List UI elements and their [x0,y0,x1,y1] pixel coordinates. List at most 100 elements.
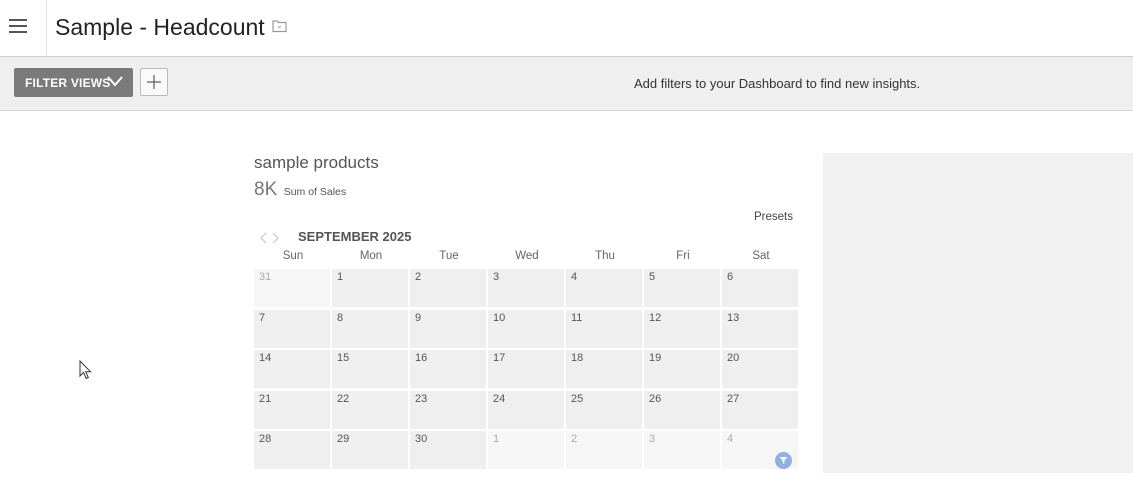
day-number: 15 [337,352,350,364]
filter-funnel-icon[interactable] [775,452,792,469]
day-number: 19 [649,352,662,364]
weekday-label: Sun [282,250,304,262]
day-number: 8 [337,311,344,324]
chevron-right-icon[interactable] [271,231,281,244]
weekday-label: Wed [515,250,539,262]
calendar-day-cell[interactable]: 6 [722,269,798,307]
calendar-day-cell[interactable]: 1 [332,269,408,307]
widget-metric: 8K Sum of Sales [254,179,346,201]
folder-icon[interactable] [272,19,287,33]
day-number: 16 [415,352,428,364]
filter-hint-text: Add filters to your Dashboard to find ne… [634,76,921,91]
chevron-left-icon[interactable] [258,231,268,244]
day-number: 23 [415,392,428,405]
day-number: 21 [259,392,272,405]
day-number: 30 [415,433,428,445]
calendar-day-cell[interactable]: 5 [644,269,720,307]
day-number: 25 [571,392,584,405]
day-number: 24 [493,392,506,405]
calendar-day-cell[interactable]: 21 [254,390,330,429]
add-filter-button[interactable] [140,68,168,96]
calendar-day-cell[interactable]: 22 [332,390,408,429]
day-number: 20 [727,352,740,364]
weekday-label: Thu [595,250,615,262]
day-number: 29 [337,433,350,445]
mouse-cursor-icon [79,360,92,380]
calendar-day-cell[interactable]: 29 [332,431,408,469]
day-number: 28 [259,433,272,445]
calendar-day-cell[interactable]: 2 [566,431,642,469]
day-number: 17 [493,352,506,364]
calendar-day-cell[interactable]: 1 [488,431,564,469]
widget-title: sample products [254,153,379,172]
day-number: 3 [649,433,656,445]
day-number: 14 [259,352,272,364]
calendar-day-cell[interactable]: 26 [644,390,720,429]
chevron-down-icon [107,76,123,87]
day-number: 31 [259,271,272,283]
filter-bar: FILTER VIEWS Add filters to your Dashboa… [0,57,1133,111]
month-label: SEPTEMBER 2025 [298,229,412,244]
day-number: 9 [415,311,422,324]
calendar-day-cell[interactable]: 15 [332,350,408,388]
calendar-day-cell[interactable]: 10 [488,309,564,348]
calendar-day-cell[interactable]: 11 [566,309,642,348]
filter-views-label: FILTER VIEWS [25,75,111,90]
filter-views-button[interactable]: FILTER VIEWS [14,68,133,97]
metric-label: Sum of Sales [283,186,347,198]
day-number: 18 [571,352,584,364]
day-number: 22 [337,392,350,405]
calendar-day-cell[interactable]: 3 [488,269,564,307]
day-number: 6 [727,271,734,283]
weekday-label: Fri [676,250,690,262]
calendar-day-cell[interactable]: 30 [410,431,486,469]
calendar-day-cell[interactable]: 17 [488,350,564,388]
calendar-day-cell[interactable]: 7 [254,309,330,348]
hamburger-icon[interactable] [0,0,47,56]
day-number: 12 [649,311,662,324]
day-number: 2 [415,271,422,283]
weekday-label: Sat [752,250,770,262]
calendar-day-cell[interactable]: 8 [332,309,408,348]
day-number: 7 [259,311,266,324]
weekday-label: Tue [439,250,459,262]
calendar-grid: 31 1 2 3 4 5 6 7 8 9 10 11 12 13 14 15 16 17 18 19 20 21 22 23 2… [254,269,801,471]
month-navigation [258,231,284,244]
day-number: 10 [493,311,506,324]
metric-value: 8K [254,179,278,200]
calendar-day-cell[interactable]: 4 [566,269,642,307]
day-number: 3 [493,271,500,283]
calendar-day-cell[interactable]: 13 [722,309,798,348]
empty-widget-panel [823,153,1133,473]
presets-link[interactable]: Presets [754,211,793,223]
calendar-day-cell[interactable]: 2 [410,269,486,307]
calendar-day-cell[interactable]: 23 [410,390,486,429]
header-bar: Sample - Headcount [0,0,1133,57]
calendar-day-cell[interactable]: 25 [566,390,642,429]
calendar-day-cell[interactable]: 16 [410,350,486,388]
calendar-day-cell[interactable]: 9 [410,309,486,348]
day-number: 5 [649,271,656,283]
calendar-day-cell[interactable]: 31 [254,269,330,307]
calendar-day-cell[interactable]: 27 [722,390,798,429]
day-number: 1 [337,271,344,283]
calendar-day-cell[interactable]: 14 [254,350,330,388]
plus-icon [147,75,161,89]
calendar-day-cell[interactable]: 19 [644,350,720,388]
calendar-day-cell[interactable]: 28 [254,431,330,469]
day-number: 11 [571,311,583,324]
day-number: 4 [727,433,734,445]
calendar-day-cell[interactable]: 3 [644,431,720,469]
calendar-day-cell[interactable]: 20 [722,350,798,388]
weekday-label: Mon [359,250,383,262]
day-number: 27 [727,392,740,405]
day-number: 26 [649,392,662,405]
day-number: 2 [571,433,578,445]
calendar-day-cell[interactable]: 12 [644,309,720,348]
calendar-day-cell[interactable]: 24 [488,390,564,429]
day-number: 1 [493,433,500,445]
calendar-day-cell[interactable]: 18 [566,350,642,388]
day-number: 4 [571,271,578,283]
day-number: 13 [727,311,740,324]
page-title: Sample - Headcount [55,14,265,40]
